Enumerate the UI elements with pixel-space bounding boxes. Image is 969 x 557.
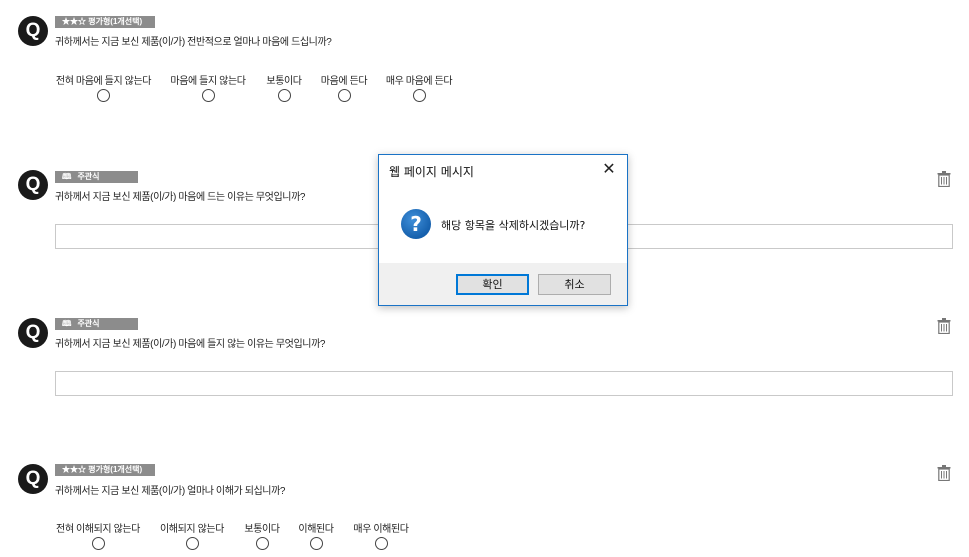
cancel-button[interactable]: 취소 <box>538 274 611 295</box>
radio-button[interactable] <box>201 89 215 102</box>
option-label: 매우 이해된다 <box>353 524 409 535</box>
radio-button[interactable] <box>185 537 199 550</box>
option-label: 전혀 마음에 들지 않는다 <box>55 76 152 87</box>
q-circle-icon: Q <box>18 464 48 494</box>
q-circle-icon: Q <box>18 170 48 200</box>
question-type-label: 🕮 주관식 <box>55 318 138 330</box>
dialog-title: 웹 페이지 메시지 <box>389 165 474 179</box>
confirm-dialog: 웹 페이지 메시지 ✕ ? 해당 항목을 삭제하시겠습니까? 확인 취소 <box>378 154 628 306</box>
option-1[interactable]: 전혀 이해되지 않는다 <box>55 520 141 550</box>
question-text: 귀하께서 지금 보신 제품(이/가) 마음에 들지 않는 이유는 무엇입니까? <box>55 339 326 350</box>
question-text: 귀하께서는 지금 보신 제품(이/가) 얼마나 이해가 되십니까? <box>55 486 286 497</box>
option-label: 이해되지 않는다 <box>160 524 224 535</box>
option-label: 보통이다 <box>266 76 302 87</box>
option-2[interactable]: 이해되지 않는다 <box>158 520 226 550</box>
option-label: 마음에 든다 <box>320 76 368 87</box>
radio-button[interactable] <box>337 89 351 102</box>
radio-button[interactable] <box>277 89 291 102</box>
close-icon[interactable]: ✕ <box>599 159 619 179</box>
trash-icon[interactable] <box>937 318 951 334</box>
radio-button[interactable] <box>412 89 426 102</box>
q-circle-icon: Q <box>18 318 48 348</box>
question-text: 귀하께서 지금 보신 제품(이/가) 마음에 드는 이유는 무엇입니까? <box>55 192 306 203</box>
option-label: 마음에 들지 않는다 <box>170 76 246 87</box>
option-1[interactable]: 전혀 마음에 들지 않는다 <box>55 72 152 102</box>
ok-button[interactable]: 확인 <box>456 274 529 295</box>
radio-button[interactable] <box>91 537 105 550</box>
option-label: 전혀 이해되지 않는다 <box>56 524 140 535</box>
option-2[interactable]: 마음에 들지 않는다 <box>169 72 247 102</box>
question-type-label: ★★☆ 평가형(1개선택) <box>55 464 155 476</box>
question-mark-icon: ? <box>401 209 431 239</box>
option-label: 매우 마음에 든다 <box>385 76 453 87</box>
option-3[interactable]: 보통이다 <box>242 520 282 550</box>
option-5[interactable]: 매우 이해된다 <box>352 520 410 550</box>
dialog-message: 해당 항목을 삭제하시겠습니까? <box>441 219 586 232</box>
answer-input[interactable] <box>55 371 953 396</box>
dialog-footer: 확인 취소 <box>379 263 627 305</box>
question-type-label: 🕮 주관식 <box>55 171 138 183</box>
memo-icon: 🕮 <box>62 172 72 181</box>
trash-icon[interactable] <box>937 171 951 187</box>
radio-button[interactable] <box>97 89 110 102</box>
question-text: 귀하께서는 지금 보신 제품(이/가) 전반적으로 얼마나 마음에 드십니까? <box>55 37 332 48</box>
radio-button[interactable] <box>309 537 323 550</box>
option-3[interactable]: 보통이다 <box>264 72 304 102</box>
trash-icon[interactable] <box>937 465 951 481</box>
q-circle-icon: Q <box>18 16 48 46</box>
option-label: 이해된다 <box>298 524 334 535</box>
radio-button[interactable] <box>255 537 269 550</box>
option-4[interactable]: 이해된다 <box>296 520 336 550</box>
option-4[interactable]: 마음에 든다 <box>319 72 369 102</box>
question-type-label: ★★☆ 평가형(1개선택) <box>55 16 155 28</box>
option-label: 보통이다 <box>244 524 280 535</box>
memo-icon: 🕮 <box>62 319 72 328</box>
option-5[interactable]: 매우 마음에 든다 <box>385 72 453 102</box>
radio-button[interactable] <box>374 537 388 550</box>
